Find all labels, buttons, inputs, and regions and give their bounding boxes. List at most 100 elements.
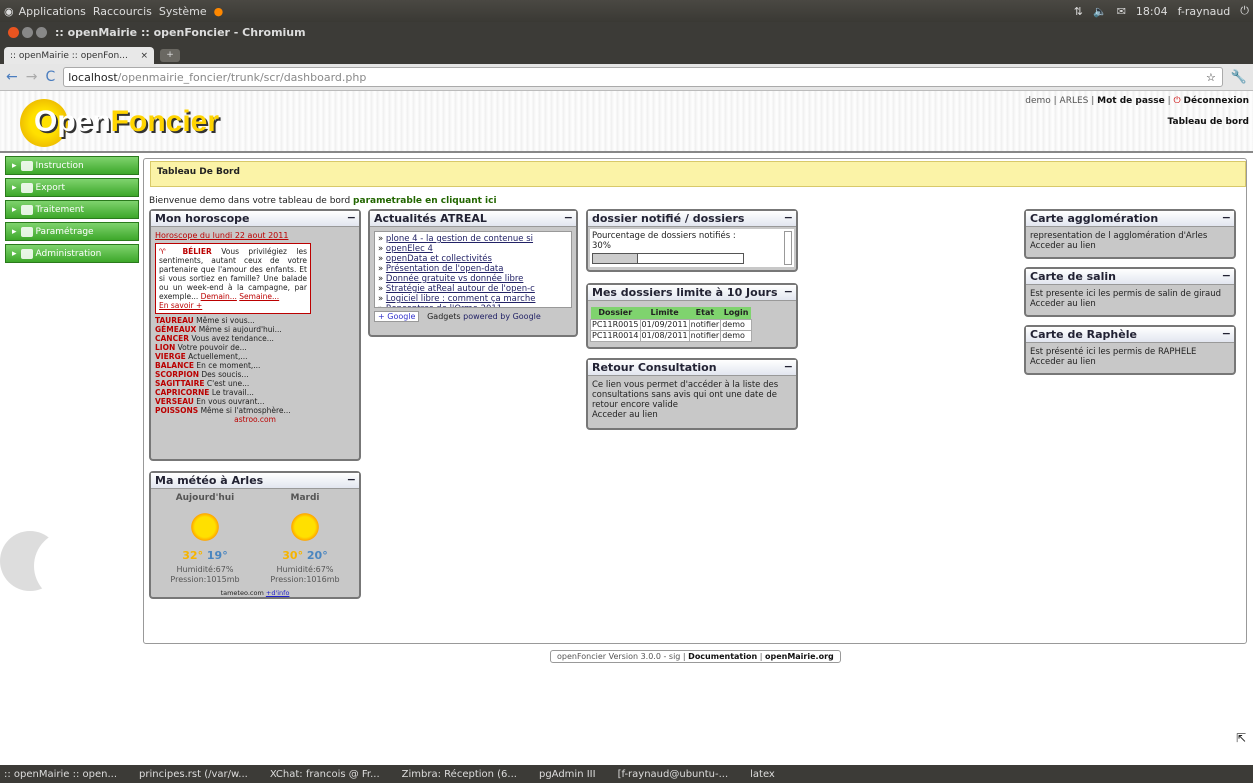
- maximize-icon[interactable]: [36, 27, 47, 38]
- carte-link[interactable]: Acceder au lien: [1030, 241, 1230, 251]
- meteo-info-link[interactable]: +d'info: [266, 589, 290, 597]
- news-link[interactable]: Rencontres de l'Orme 2011: [386, 304, 502, 307]
- new-tab-button[interactable]: +: [160, 49, 180, 62]
- news-link[interactable]: plone 4 - la gestion de contenue si: [386, 234, 533, 244]
- sign-row[interactable]: GÉMEAUX Même si aujourd'hui...: [155, 325, 355, 334]
- news-link[interactable]: Stratégie atReal autour de l'open-c: [386, 284, 535, 294]
- minimize-widget-icon[interactable]: −: [564, 211, 573, 224]
- menu-raccourcis[interactable]: Raccourcis: [93, 5, 152, 18]
- url-field[interactable]: localhost/openmairie_foncier/trunk/scr/d…: [63, 67, 1223, 87]
- minimize-widget-icon[interactable]: −: [1222, 327, 1231, 340]
- city-link[interactable]: ARLES: [1060, 96, 1089, 106]
- sign-row[interactable]: VERSEAU En vous ouvrant...: [155, 397, 355, 406]
- horoscope-card: ♈ BÉLIER Vous privilégiez les sentiments…: [155, 243, 311, 314]
- taskbar-item[interactable]: latex: [750, 769, 775, 780]
- widget-body: Est presente ici les permis de salin de …: [1026, 285, 1234, 313]
- horoscope-date[interactable]: Horoscope du lundi 22 aout 2011: [155, 231, 355, 241]
- sign-row[interactable]: LION Votre pouvoir de...: [155, 343, 355, 352]
- power-icon[interactable]: ⏻: [1240, 4, 1249, 18]
- reload-icon[interactable]: C: [45, 69, 55, 85]
- minimize-widget-icon[interactable]: −: [347, 473, 356, 486]
- sun-icon: [288, 511, 321, 543]
- news-link[interactable]: Présentation de l'open-data: [386, 264, 504, 274]
- widget-limit: Mes dossiers limite à 10 Jours − Dossier L…: [586, 283, 798, 349]
- semaine-link[interactable]: Semaine...: [239, 292, 279, 301]
- powered-link[interactable]: powered by Google: [463, 312, 541, 321]
- minimize-widget-icon[interactable]: −: [347, 211, 356, 224]
- sign-row[interactable]: SCORPION Des soucis...: [155, 370, 355, 379]
- minimize-widget-icon[interactable]: −: [784, 285, 793, 298]
- news-link[interactable]: openElec 4: [386, 244, 433, 254]
- minimize-widget-icon[interactable]: −: [1222, 269, 1231, 282]
- meteo-day: Mardi 30° 20° Humidité:67% Pression:1016mb: [270, 493, 339, 585]
- sign-row[interactable]: CAPRICORNE Le travail...: [155, 388, 355, 397]
- news-link[interactable]: Logiciel libre : comment ça marche: [386, 294, 536, 304]
- carte-link[interactable]: Acceder au lien: [1030, 357, 1230, 367]
- taskbar-item[interactable]: [f-raynaud@ubuntu-...: [618, 769, 729, 780]
- table-header[interactable]: Limite: [640, 307, 690, 320]
- minimize-widget-icon[interactable]: −: [784, 360, 793, 373]
- carte-link[interactable]: Acceder au lien: [1030, 299, 1230, 309]
- sidebar-item-administration[interactable]: ▸ Administration: [5, 244, 139, 263]
- sidebar-item-export[interactable]: ▸ Export: [5, 178, 139, 197]
- demain-link[interactable]: Demain...: [201, 292, 237, 301]
- password-link[interactable]: Mot de passe: [1097, 96, 1165, 106]
- network-icon[interactable]: ⇅: [1074, 5, 1083, 18]
- logout-link[interactable]: Déconnexion: [1184, 96, 1250, 106]
- horoscope-source[interactable]: astroo.com: [155, 415, 355, 425]
- news-link[interactable]: Donnée gratuite vs donnée libre: [386, 274, 523, 284]
- taskbar-item[interactable]: Zimbra: Réception (6...: [402, 769, 517, 780]
- widget-title-label: Mes dossiers limite à 10 Jours: [592, 286, 778, 299]
- minimize-widget-icon[interactable]: −: [1222, 211, 1231, 224]
- table-row[interactable]: PC11R0014 01/08/2011 notifier demo: [590, 330, 752, 342]
- openmairie-link[interactable]: openMairie.org: [765, 652, 834, 661]
- sidebar-item-instruction[interactable]: ▸ Instruction: [5, 156, 139, 175]
- retour-link[interactable]: Acceder au lien: [592, 410, 792, 420]
- table-header[interactable]: Etat: [689, 307, 721, 320]
- dashboard-link[interactable]: Tableau de bord: [1168, 117, 1249, 127]
- menu-systeme[interactable]: Système: [159, 5, 207, 18]
- table-header[interactable]: Login: [720, 307, 752, 320]
- minimize-widget-icon[interactable]: −: [784, 211, 793, 224]
- table-header[interactable]: Dossier: [590, 307, 641, 320]
- openfoncier-logo: OpenFoncier: [20, 99, 250, 147]
- volume-icon[interactable]: 🔈: [1093, 5, 1107, 18]
- user-menu[interactable]: f-raynaud: [1178, 5, 1231, 18]
- taskbar-item[interactable]: :: openMairie :: open...: [4, 769, 117, 780]
- sign-row[interactable]: CANCER Vous avez tendance...: [155, 334, 355, 343]
- google-button[interactable]: + Google: [374, 311, 420, 322]
- sign-row[interactable]: SAGITTAIRE C'est une...: [155, 379, 355, 388]
- menu-applications[interactable]: Applications: [19, 5, 86, 18]
- firefox-icon[interactable]: ●: [214, 5, 224, 18]
- logout-icon[interactable]: ⏻: [1174, 96, 1181, 106]
- sign-row[interactable]: VIERGE Actuellement,...: [155, 352, 355, 361]
- tab-openfoncier[interactable]: :: openMairie :: openFon... ×: [4, 47, 154, 64]
- close-tab-icon[interactable]: ×: [140, 51, 148, 61]
- back-icon[interactable]: ←: [6, 69, 18, 85]
- ubuntu-logo-icon[interactable]: ◉: [4, 5, 14, 18]
- user-link[interactable]: demo: [1025, 96, 1051, 106]
- sign-row[interactable]: BALANCE En ce moment,...: [155, 361, 355, 370]
- sign-row[interactable]: POISSONS Même si l'atmosphère...: [155, 406, 355, 415]
- star-icon[interactable]: ☆: [1206, 71, 1216, 84]
- scrollbar[interactable]: [784, 231, 792, 265]
- sidebar-item-parametrage[interactable]: ▸ Paramétrage: [5, 222, 139, 241]
- address-bar-row: ← → C localhost/openmairie_foncier/trunk…: [0, 64, 1253, 91]
- forward-icon[interactable]: →: [26, 69, 38, 85]
- documentation-link[interactable]: Documentation: [688, 652, 757, 661]
- taskbar-item[interactable]: principes.rst (/var/w...: [139, 769, 248, 780]
- sign-text: Actuellement,...: [185, 352, 248, 361]
- customize-link[interactable]: parametrable en cliquant ici: [353, 196, 497, 206]
- mail-icon[interactable]: ✉: [1117, 5, 1126, 18]
- wrench-icon[interactable]: 🔧: [1231, 70, 1247, 85]
- sidebar-item-traitement[interactable]: ▸ Traitement: [5, 200, 139, 219]
- taskbar-item[interactable]: pgAdmin III: [539, 769, 596, 780]
- sign-row[interactable]: TAUREAU Même si vous...: [155, 316, 355, 325]
- close-icon[interactable]: [8, 27, 19, 38]
- table-row[interactable]: PC11R0015 01/09/2011 notifier demo: [590, 319, 752, 331]
- more-link[interactable]: En savoir +: [159, 301, 202, 310]
- clock[interactable]: 18:04: [1136, 5, 1168, 18]
- news-link[interactable]: openData et collectivités: [386, 254, 492, 264]
- minimize-icon[interactable]: [22, 27, 33, 38]
- taskbar-item[interactable]: XChat: francois @ Fr...: [270, 769, 380, 780]
